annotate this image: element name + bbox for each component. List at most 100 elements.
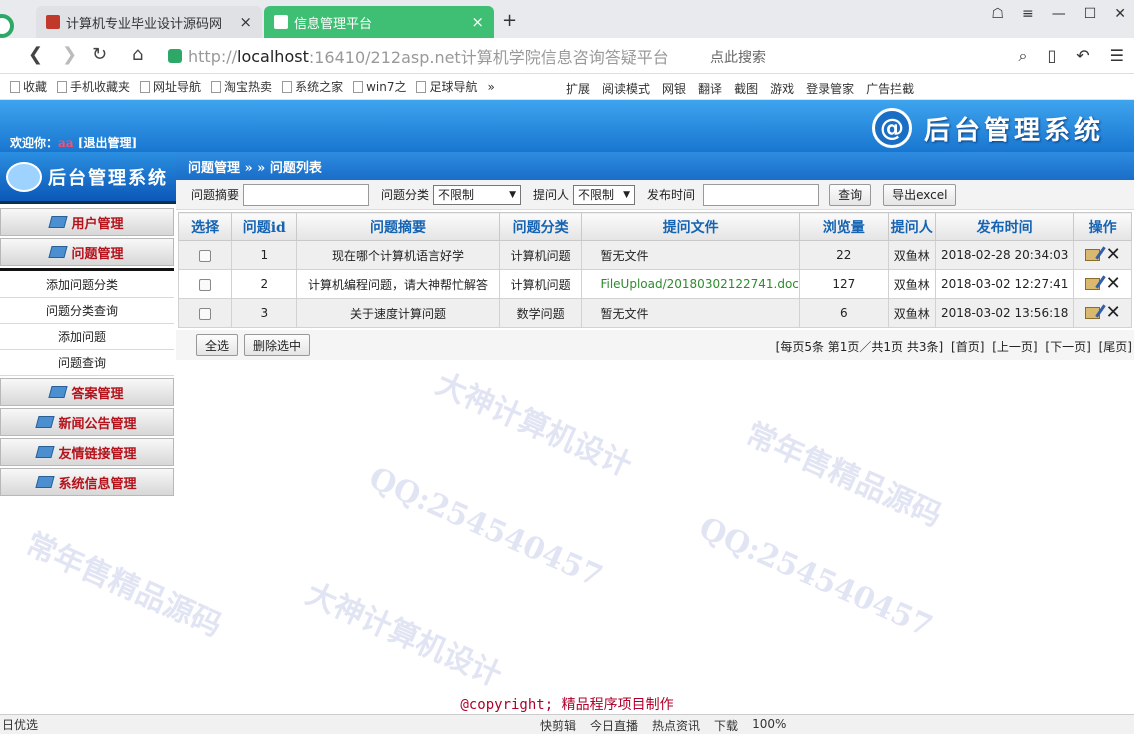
bookmark-item[interactable]: 网址导航 (140, 78, 201, 95)
status-item-quickclip[interactable]: 快剪辑 (540, 717, 576, 734)
menu-icon[interactable]: ≡ (1022, 6, 1034, 22)
page-icon (282, 80, 293, 93)
url-rest: :16410/212asp.net计算机学院信息咨询答疑平台 (308, 48, 669, 67)
at-logo-icon: @ (871, 108, 912, 148)
mobile-icon[interactable]: ▯ (1047, 46, 1056, 66)
bookmark-item[interactable]: 足球导航 (416, 78, 477, 95)
browser-menu-icon[interactable]: ☰ (1110, 46, 1124, 66)
cell-summary: 计算机编程问题，请大神帮忙解答 (296, 269, 500, 299)
bookmark-item[interactable]: win7之 (353, 78, 406, 95)
bookmark-item[interactable]: 系统之家 (282, 78, 343, 95)
sidebar-logo: 后台管理系统 (0, 152, 176, 204)
sidebar-menu-links[interactable]: 友情链接管理 (0, 438, 174, 466)
extension-item[interactable]: 网银 (662, 80, 686, 97)
browser-tab-2[interactable]: 信息管理平台 × (264, 6, 494, 38)
url-field[interactable]: http://localhost:16410/212asp.net计算机学院信息… (168, 43, 698, 69)
sidebar-menu-system[interactable]: 系统信息管理 (0, 468, 174, 496)
edit-icon[interactable] (1084, 278, 1100, 290)
tab-close-icon[interactable]: × (239, 13, 252, 31)
status-item-zoom[interactable]: 100% (752, 717, 786, 734)
bookmark-item[interactable]: 手机收藏夹 (57, 78, 130, 95)
back-icon[interactable]: ❮ (28, 44, 43, 65)
copyright-text: @copyright; 精品程序项目制作 (460, 697, 674, 713)
pager-last[interactable]: [尾页] (1099, 340, 1132, 354)
sidebar-sub-query-category[interactable]: 问题分类查询 (0, 298, 174, 324)
pager-first[interactable]: [首页] (951, 340, 984, 354)
star-icon (10, 80, 20, 93)
export-excel-button[interactable]: 导出excel (883, 183, 957, 206)
status-item-live[interactable]: 今日直播 (590, 717, 638, 734)
select-all-button[interactable]: 全选 (196, 334, 239, 356)
edit-icon[interactable] (1084, 249, 1100, 261)
close-window-icon[interactable]: ✕ (1114, 6, 1126, 22)
browser-tab-1-label: 计算机专业毕业设计源码网 (66, 16, 223, 32)
sidebar: 后台管理系统 用户管理 问题管理 添加问题分类 问题分类查询 添加问题 问题查询… (0, 152, 176, 697)
bookmark-label: 网址导航 (153, 80, 202, 94)
edit-icon[interactable] (1084, 307, 1100, 319)
browser-tab-1[interactable]: 计算机专业毕业设计源码网 × (36, 6, 262, 38)
delete-icon[interactable]: ✕ (1106, 304, 1121, 322)
brand-logo: @ 后台管理系统 (871, 108, 1104, 148)
bookmark-item[interactable]: 淘宝热卖 (211, 78, 272, 95)
logout-link[interactable]: [退出管理] (78, 136, 137, 150)
browser-tab-bar: 计算机专业毕业设计源码网 × 信息管理平台 × + ☖ ≡ — ☐ ✕ (0, 0, 1134, 38)
delete-icon[interactable]: ✕ (1106, 246, 1121, 264)
summary-input[interactable] (243, 183, 370, 206)
table-row: 1 现在哪个计算机语言好学 计算机问题 暂无文件 22 双鱼林 2018-02-… (177, 240, 1132, 270)
page-icon (416, 80, 427, 93)
status-item-download[interactable]: 下载 (714, 717, 738, 734)
asker-select-value: 不限制 (578, 188, 615, 202)
sidebar-sub-add-category[interactable]: 添加问题分类 (0, 272, 174, 298)
extension-item[interactable]: 广告拦截 (866, 80, 914, 97)
row-checkbox[interactable] (199, 249, 212, 262)
brand-title: 后台管理系统 (923, 115, 1104, 146)
category-select[interactable]: 不限制 ▼ (433, 184, 522, 205)
sidebar-sub-add-question[interactable]: 添加问题 (0, 324, 174, 350)
delete-icon[interactable]: ✕ (1106, 275, 1121, 293)
skin-icon[interactable]: ☖ (991, 6, 1004, 22)
forward-icon[interactable]: ❯ (62, 44, 77, 65)
new-tab-button[interactable]: + (502, 10, 517, 31)
status-item-news[interactable]: 热点资讯 (652, 717, 700, 734)
tab-close-icon[interactable]: × (471, 13, 484, 31)
extension-item[interactable]: 阅读模式 (602, 80, 650, 97)
bookmark-item[interactable]: 收藏 (10, 78, 47, 95)
maximize-icon[interactable]: ☐ (1084, 6, 1097, 22)
minimize-icon[interactable]: — (1052, 6, 1066, 22)
pager-prev[interactable]: [上一页] (992, 340, 1037, 354)
cell-file-link[interactable]: FileUpload/20180302122741.doc (581, 269, 800, 299)
extension-item[interactable]: 翻译 (698, 80, 722, 97)
cell-category: 计算机问题 (498, 240, 583, 270)
time-label: 发布时间 (647, 188, 696, 202)
url-scheme: http:// (188, 46, 238, 66)
row-checkbox[interactable] (199, 307, 212, 320)
asker-select[interactable]: 不限制 ▼ (573, 184, 636, 205)
extension-item[interactable]: 游戏 (770, 80, 794, 97)
extension-item[interactable]: 登录管家 (806, 80, 854, 97)
sidebar-menu-user[interactable]: 用户管理 (0, 208, 174, 236)
search-icon[interactable]: ⌕ (1018, 46, 1027, 66)
search-button[interactable]: 查询 (829, 183, 872, 206)
pager-next[interactable]: [下一页] (1045, 340, 1090, 354)
bookmarks-more[interactable]: » (487, 80, 494, 94)
cell-time: 2018-03-02 12:27:41 (934, 269, 1075, 299)
reload-icon[interactable]: ↻ (92, 44, 107, 65)
sidebar-menu-question[interactable]: 问题管理 (0, 238, 174, 266)
browser-search-input[interactable]: 点此搜索 (710, 47, 1010, 67)
undo-icon[interactable]: ↶ (1076, 46, 1089, 66)
sidebar-menu-news[interactable]: 新闻公告管理 (0, 408, 174, 436)
watermark-text: 大神计算机设计 (300, 576, 507, 694)
sidebar-menu-answer[interactable]: 答案管理 (0, 378, 174, 406)
status-left-text: 日优选 (2, 718, 39, 732)
row-checkbox[interactable] (199, 278, 212, 291)
sidebar-sub-query-question[interactable]: 问题查询 (0, 350, 174, 376)
cell-file: 暂无文件 (581, 240, 800, 270)
extension-item[interactable]: 扩展 (566, 80, 590, 97)
time-input[interactable] (703, 183, 820, 206)
watermark-text: 常年售精品源码 (740, 416, 947, 534)
home-icon[interactable]: ⌂ (132, 44, 143, 65)
menu-divider (0, 268, 174, 271)
extension-item[interactable]: 截图 (734, 80, 758, 97)
delete-selected-button[interactable]: 删除选中 (244, 334, 311, 356)
cell-asker: 双鱼林 (887, 298, 936, 328)
